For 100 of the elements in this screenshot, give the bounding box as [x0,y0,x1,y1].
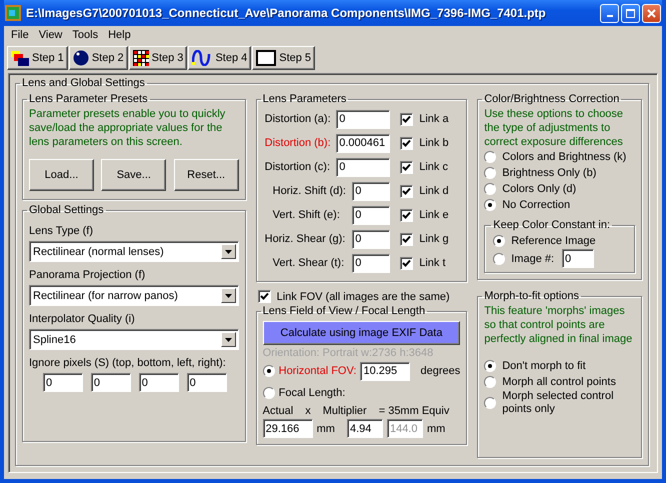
minimize-icon [606,15,612,17]
step-button[interactable]: Step 4 [188,46,252,70]
checkbox[interactable] [400,256,414,270]
checkbox-label: Link d [419,185,449,197]
checkbox[interactable] [400,184,414,198]
maximize-button[interactable] [621,4,640,22]
step-button[interactable]: Step 2 [68,46,128,70]
dropdown[interactable]: Spline16 [29,329,239,350]
radio-label: Morph selected control points only [502,390,615,416]
checkbox[interactable] [258,290,271,303]
input-field[interactable]: 0 [336,110,390,128]
overlapping-rectangles-icon [11,50,29,66]
radio-button[interactable] [484,151,496,163]
app-icon [5,5,21,21]
step-button[interactable]: Step 3 [128,46,188,70]
checkbox[interactable] [400,160,414,174]
input-field[interactable]: 0 [138,373,179,392]
input-field[interactable]: 10.295 [360,362,410,380]
preset-button[interactable]: Load... [29,159,94,191]
radio-label: Horizontal FOV: [278,365,356,377]
radio-label: Colors and Brightness (k) [502,151,626,163]
checkbox[interactable] [400,232,414,246]
radio-button[interactable] [493,235,506,247]
menu-item[interactable]: View [34,29,68,41]
radio-button[interactable] [484,376,496,388]
group-title: Keep Color Constant in: [492,219,612,231]
checkbox-label: Link t [419,257,446,269]
checkbox-label: Link b [419,137,449,149]
group-title: Lens Parameters [262,93,348,105]
input-field[interactable]: 0 [352,254,390,272]
checkbox[interactable] [400,112,414,126]
checkbox-label: Link g [419,233,449,245]
radio-label: Morph all control points [502,376,616,388]
preset-button[interactable]: Reset... [174,159,239,191]
radio-button[interactable] [484,360,496,372]
group-title: Lens Field of View / Focal Length [262,305,426,317]
input-field[interactable]: 0 [336,158,390,176]
menu-item[interactable]: Help [103,29,136,41]
preset-button[interactable]: Save... [101,159,166,191]
input-field[interactable]: 4.94 [346,419,383,438]
input-field[interactable]: 0.000461 [336,134,390,152]
menu-item[interactable]: File [6,29,34,41]
checkbox[interactable] [400,136,414,150]
input-field[interactable]: 0 [352,206,390,224]
description-text: Parameter presets enable you to quickly save/load the appropriate values for the lens parameters on this screen. [29,107,226,149]
unit-label: degrees [420,365,460,377]
input-field[interactable]: 0 [186,373,227,392]
menu-item[interactable]: Tools [67,29,104,41]
radio-label: Colors Only (d) [502,183,576,195]
checkbox-label: Link a [419,113,449,125]
group-title: Lens Parameter Presets [28,93,149,105]
radio-button[interactable] [493,252,506,264]
checkbox[interactable] [400,208,414,222]
field-label: Interpolator Quality (i) [29,312,136,327]
field-label: Ignore pixels (S) (top, bottom, left, right): [29,356,227,371]
checkbox-label: Link e [419,209,449,221]
radio-label: Brightness Only (b) [502,167,596,179]
field-label: Panorama Projection (f) [29,268,146,283]
group-title: Global Settings [28,204,105,216]
unit-label: mm [316,422,335,434]
maximize-icon [626,8,635,18]
radio-button[interactable] [484,183,496,195]
input-field: 144.0 [386,419,423,438]
rectangle-icon [256,50,276,66]
wave-icon [192,50,212,66]
input-field[interactable]: 0 [562,249,594,268]
minimize-button[interactable] [600,4,619,22]
field-label: Vert. Shear (t): [272,257,344,269]
description-text: Use these options to choose the type of adjustments to correct exposure differences [484,107,624,149]
radio-button[interactable] [262,387,275,399]
column-header: Actual [262,405,294,417]
calculate-button[interactable]: Calculate using image EXIF Data [262,321,460,345]
input-field[interactable]: 0 [90,373,131,392]
input-field[interactable]: 0 [352,182,390,200]
group-title: Morph-to-fit options [483,290,580,302]
column-header: x [305,405,311,417]
close-button[interactable] [642,4,661,22]
dropdown-arrow-icon [224,250,232,254]
ball-icon [72,50,89,66]
dropdown[interactable]: Rectilinear (for narrow panos) [29,285,239,306]
step-button[interactable]: Step 1 [7,46,68,70]
input-field[interactable]: 0 [43,373,83,392]
radio-button[interactable] [262,365,275,377]
radio-label: No Correction [502,199,570,211]
column-header: Multiplier [322,405,367,417]
column-header: = 35mm Equiv [378,405,450,417]
radio-button[interactable] [484,397,496,409]
field-label: Vert. Shift (e): [272,209,340,221]
field-label: Horiz. Shift (d): [272,185,346,197]
group-title: Color/Brightness Correction [483,93,620,105]
checkbox-label: Link c [419,161,448,173]
grid-icon [132,50,149,66]
radio-button[interactable] [484,167,496,179]
dropdown[interactable]: Rectilinear (normal lenses) [29,241,239,262]
dropdown-arrow-icon [224,294,232,298]
step-button[interactable]: Step 5 [252,46,316,70]
input-field[interactable]: 29.166 [262,419,313,438]
radio-button[interactable] [484,199,496,211]
description-text: This feature 'morphs' images so that control points are perfectly aligned in final image [484,304,634,346]
input-field[interactable]: 0 [352,230,390,248]
